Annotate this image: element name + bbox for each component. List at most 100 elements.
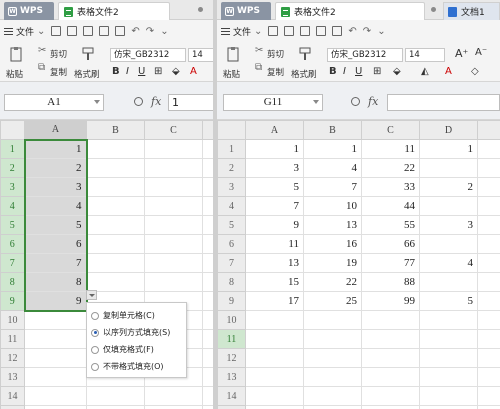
cell-partial[interactable]: [477, 272, 500, 292]
file-menu[interactable]: 文件 ⌄: [4, 25, 45, 38]
format-painter-button[interactable]: 格式刷: [74, 68, 100, 80]
cell-c[interactable]: [144, 215, 203, 235]
cell-a[interactable]: [245, 310, 304, 330]
cell-c[interactable]: [361, 329, 420, 349]
cell-partial[interactable]: [477, 234, 500, 254]
cell-a[interactable]: 13: [245, 253, 304, 273]
format-painter-icon[interactable]: [297, 46, 313, 62]
cell-partial[interactable]: [477, 329, 500, 349]
row-header[interactable]: 7: [217, 253, 246, 273]
cell-c[interactable]: 99: [361, 291, 420, 311]
cell-c[interactable]: 44: [361, 196, 420, 216]
cell-partial[interactable]: [202, 329, 213, 349]
cell-c[interactable]: [144, 196, 203, 216]
row-header[interactable]: 12: [217, 348, 246, 368]
cell-c[interactable]: [361, 386, 420, 406]
cell-d[interactable]: [419, 386, 478, 406]
cell-d[interactable]: 3: [419, 215, 478, 235]
print-icon[interactable]: [316, 26, 327, 36]
cell-b[interactable]: [86, 234, 145, 254]
cell-a[interactable]: [245, 329, 304, 349]
cell-c[interactable]: 77: [361, 253, 420, 273]
cell-partial[interactable]: [202, 177, 213, 197]
cell-c[interactable]: [361, 367, 420, 387]
cell-d[interactable]: [419, 367, 478, 387]
row-header[interactable]: 10: [217, 310, 246, 330]
file-menu[interactable]: 文件 ⌄: [221, 25, 262, 38]
cell-a[interactable]: [24, 310, 87, 330]
wps-app-tab[interactable]: W WPS: [221, 2, 271, 20]
new-file-icon[interactable]: [268, 26, 279, 36]
column-header-partial[interactable]: [477, 120, 500, 140]
cell-a[interactable]: 8: [23, 272, 88, 292]
cell-a[interactable]: [245, 405, 304, 409]
font-size-select[interactable]: 14: [188, 48, 213, 62]
cell-partial[interactable]: [477, 348, 500, 368]
undo-icon[interactable]: ↶: [131, 26, 139, 37]
cell-fill-icon[interactable]: ⬙: [393, 66, 401, 77]
column-header-a[interactable]: A: [24, 120, 87, 140]
cell-c[interactable]: [144, 139, 203, 159]
cell-c[interactable]: [361, 405, 420, 409]
save-icon[interactable]: [300, 26, 311, 36]
undo-icon[interactable]: ↶: [348, 26, 356, 37]
cell-partial[interactable]: [477, 253, 500, 273]
row-header[interactable]: 12: [0, 348, 25, 368]
row-header[interactable]: 4: [0, 196, 25, 216]
cell-partial[interactable]: [202, 215, 213, 235]
cell-a[interactable]: 5: [245, 177, 304, 197]
copy-button[interactable]: 复制: [50, 66, 67, 78]
clear-format-icon[interactable]: ◇: [471, 66, 479, 77]
row-header[interactable]: 4: [217, 196, 246, 216]
cell-d[interactable]: 1: [419, 139, 478, 159]
cell-b[interactable]: 16: [303, 234, 362, 254]
cell-a[interactable]: [24, 348, 87, 368]
cell-c[interactable]: [361, 310, 420, 330]
cell-partial[interactable]: [477, 158, 500, 178]
cell-a[interactable]: 11: [245, 234, 304, 254]
cell-a[interactable]: [24, 367, 87, 387]
row-header[interactable]: 8: [0, 272, 25, 292]
cell-b[interactable]: [303, 367, 362, 387]
row-header[interactable]: 13: [217, 367, 246, 387]
cell-partial[interactable]: [477, 367, 500, 387]
cell-a[interactable]: [245, 348, 304, 368]
radio-icon[interactable]: [91, 311, 99, 320]
cell-c[interactable]: [144, 272, 203, 292]
bold-icon[interactable]: B: [329, 66, 337, 77]
cell-partial[interactable]: [477, 215, 500, 235]
cell-b[interactable]: [86, 386, 145, 406]
row-header[interactable]: 11: [217, 329, 246, 349]
cell-partial[interactable]: [202, 139, 213, 159]
row-header[interactable]: 3: [217, 177, 246, 197]
cell-d[interactable]: 5: [419, 291, 478, 311]
cell-d[interactable]: 4: [419, 253, 478, 273]
row-header[interactable]: 15: [0, 405, 25, 409]
fill-color-icon[interactable]: ⬙: [172, 66, 180, 77]
formula-input[interactable]: [387, 94, 500, 111]
cut-button[interactable]: 剪切: [50, 48, 67, 60]
font-color-icon[interactable]: A: [190, 66, 197, 77]
cell-d[interactable]: 2: [419, 177, 478, 197]
cell-partial[interactable]: [202, 348, 213, 368]
corner-cell[interactable]: [217, 120, 246, 140]
font-name-select[interactable]: 仿宋_GB2312: [110, 48, 186, 62]
fill-color-icon[interactable]: ◭: [421, 66, 429, 77]
cell-partial[interactable]: [202, 253, 213, 273]
cell-a[interactable]: 5: [23, 215, 88, 235]
underline-icon[interactable]: U: [138, 66, 145, 77]
cell-partial[interactable]: [202, 234, 213, 254]
cut-button[interactable]: 剪切: [267, 48, 284, 60]
cell-a[interactable]: 3: [23, 177, 88, 197]
fx-label[interactable]: fx: [151, 95, 161, 108]
row-header[interactable]: 9: [217, 291, 246, 311]
fx-label[interactable]: fx: [368, 95, 378, 108]
cell-b[interactable]: [86, 196, 145, 216]
more-icon[interactable]: ⌄: [377, 26, 385, 37]
row-header[interactable]: 15: [217, 405, 246, 409]
cell-c[interactable]: [144, 234, 203, 254]
cell-b[interactable]: 25: [303, 291, 362, 311]
cell-b[interactable]: [303, 405, 362, 409]
cell-d[interactable]: [419, 405, 478, 409]
cell-d[interactable]: [419, 272, 478, 292]
